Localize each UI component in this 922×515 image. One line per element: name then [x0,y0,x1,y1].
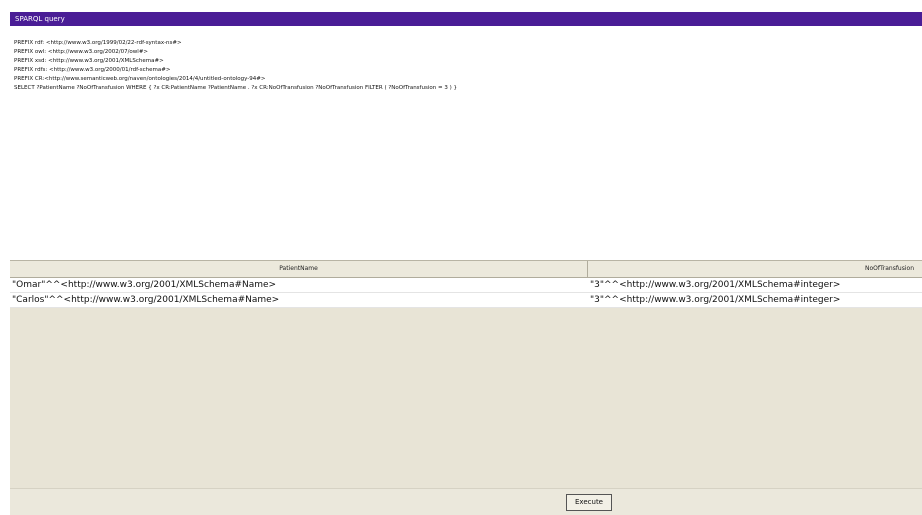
action-bar: Execute [10,488,922,515]
query-line: PREFIX CR:<http://www.semanticweb.org/na… [14,76,266,82]
patient-name-cell: "Omar"^^<http://www.w3.org/2001/XMLSchem… [12,280,277,290]
results-table: PatientName NoOfTransfusion "Omar"^^<htt… [10,260,922,488]
query-line: PREFIX owl: <http://www.w3.org/2002/07/o… [14,49,149,55]
no-of-transfusion-cell: "3"^^<http://www.w3.org/2001/XMLSchema#i… [590,295,841,305]
column-header-patient-name[interactable]: PatientName [10,261,588,277]
table-row[interactable]: "Carlos"^^<http://www.w3.org/2001/XMLSch… [10,293,922,308]
table-row[interactable]: "Omar"^^<http://www.w3.org/2001/XMLSchem… [10,278,922,293]
patient-name-cell: "Carlos"^^<http://www.w3.org/2001/XMLSch… [12,295,280,305]
results-header-row: PatientName NoOfTransfusion [10,261,922,278]
query-line: PREFIX rdfs: <http://www.w3.org/2000/01/… [14,67,171,73]
query-line: PREFIX xsd: <http://www.w3.org/2001/XMLS… [14,58,164,64]
column-header-no-of-transfusion[interactable]: NoOfTransfusion [588,261,922,277]
window-title: SPARQL query [15,15,65,23]
query-line: SELECT ?PatientName ?NoOfTransfusion WHE… [14,85,457,91]
no-of-transfusion-cell: "3"^^<http://www.w3.org/2001/XMLSchema#i… [590,280,841,290]
execute-button[interactable]: Execute [566,494,612,511]
sparql-query-window: SPARQL query PREFIX rdf: <http://www.w3.… [0,0,922,515]
query-editor[interactable]: PREFIX rdf: <http://www.w3.org/1999/02/2… [10,26,922,260]
query-line: PREFIX rdf: <http://www.w3.org/1999/02/2… [14,40,182,46]
window-title-bar: SPARQL query [10,12,922,26]
